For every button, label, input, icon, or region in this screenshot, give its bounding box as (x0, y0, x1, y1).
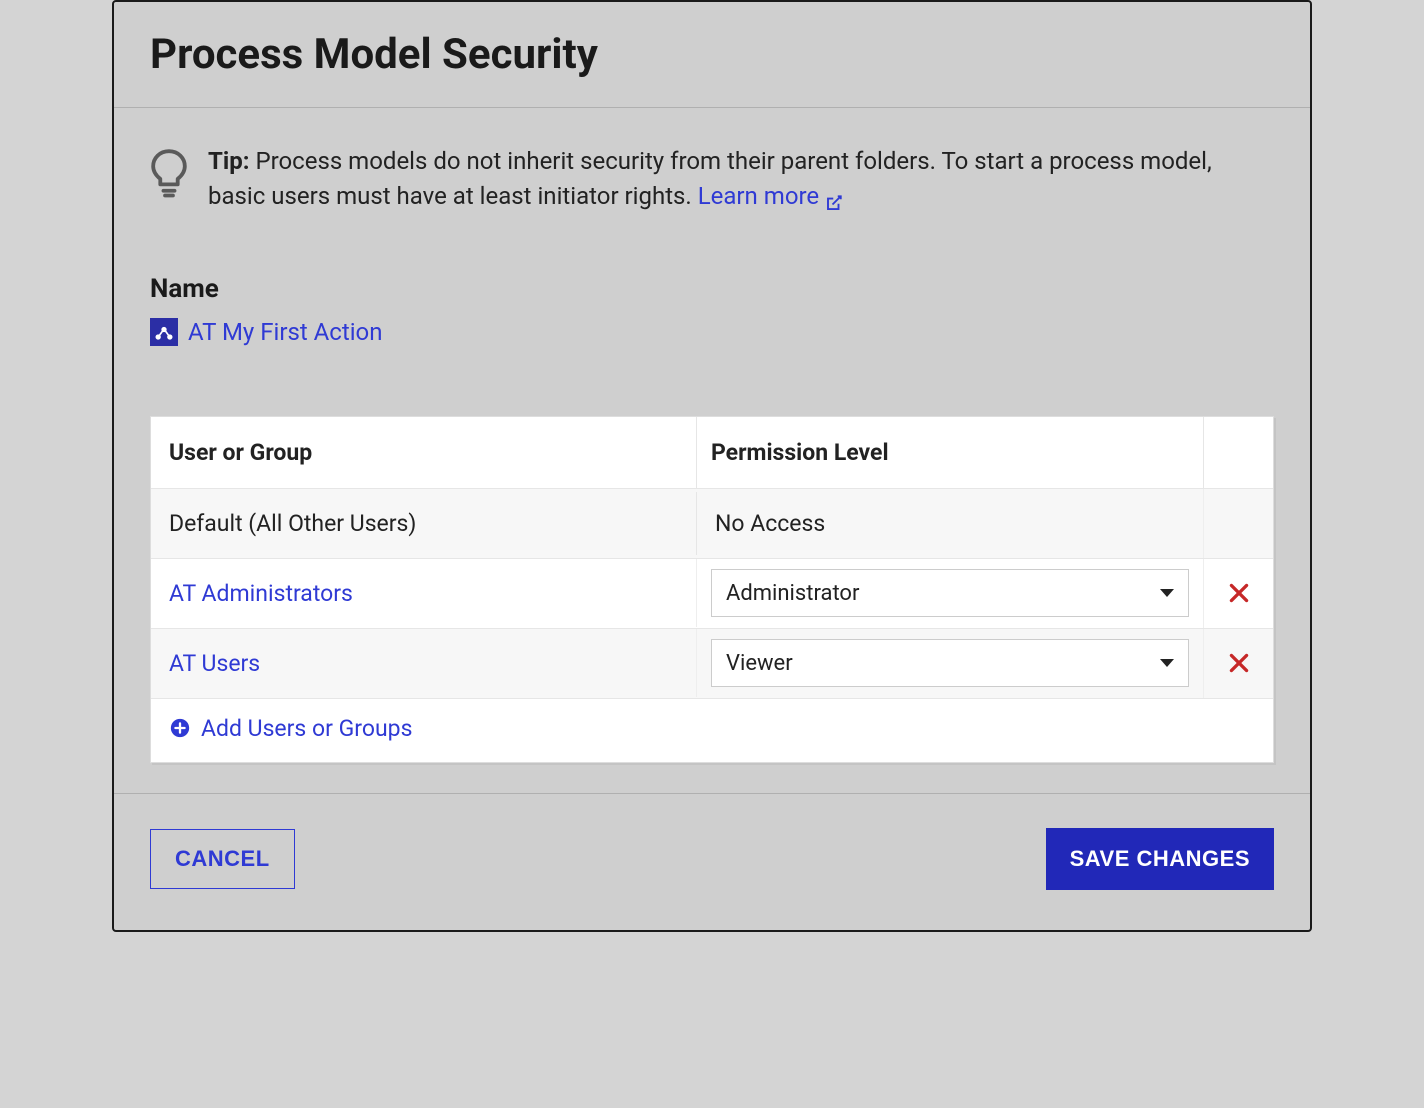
col-header-user: User or Group (151, 417, 696, 488)
remove-row-button[interactable] (1220, 574, 1258, 612)
dialog-header: Process Model Security (114, 2, 1310, 108)
permission-select[interactable]: Administrator (711, 569, 1189, 617)
save-changes-button[interactable]: SAVE CHANGES (1046, 828, 1274, 890)
caret-down-icon (1160, 589, 1174, 597)
add-users-groups-link[interactable]: Add Users or Groups (169, 715, 412, 742)
add-row: Add Users or Groups (151, 699, 1273, 762)
name-label: Name (150, 274, 1274, 304)
process-model-link[interactable]: AT My First Action (188, 318, 382, 346)
learn-more-text: Learn more (698, 179, 819, 214)
col-header-perm: Permission Level (696, 417, 1203, 488)
tip-text: Tip: Process models do not inherit secur… (208, 144, 1274, 214)
name-row: AT My First Action (150, 318, 1274, 346)
dialog-footer: CANCEL SAVE CHANGES (114, 793, 1310, 930)
table-header-row: User or Group Permission Level (151, 417, 1273, 489)
permissions-table: User or Group Permission Level Default (… (150, 416, 1274, 763)
dialog-body: Tip: Process models do not inherit secur… (114, 108, 1310, 793)
remove-row-button[interactable] (1220, 644, 1258, 682)
default-action-cell (1203, 489, 1273, 558)
security-dialog: Process Model Security Tip: Process mode… (112, 0, 1312, 932)
table-row-default: Default (All Other Users) No Access (151, 489, 1273, 559)
user-group-link[interactable]: AT Administrators (169, 580, 353, 607)
table-row: AT Users Viewer (151, 629, 1273, 699)
add-users-groups-label: Add Users or Groups (201, 715, 412, 742)
close-icon (1226, 580, 1252, 606)
table-row: AT Administrators Administrator (151, 559, 1273, 629)
cancel-button[interactable]: CANCEL (150, 829, 295, 889)
plus-circle-icon (169, 717, 191, 739)
close-icon (1226, 650, 1252, 676)
dialog-title: Process Model Security (150, 30, 1274, 79)
learn-more-link[interactable]: Learn more (698, 179, 843, 214)
col-header-action (1203, 417, 1273, 488)
tip-row: Tip: Process models do not inherit secur… (150, 144, 1274, 214)
tip-label: Tip: (208, 147, 249, 175)
permission-select[interactable]: Viewer (711, 639, 1189, 687)
default-user-cell: Default (All Other Users) (151, 492, 696, 555)
default-perm-cell: No Access (696, 492, 1203, 555)
external-link-icon (825, 187, 843, 205)
caret-down-icon (1160, 659, 1174, 667)
permission-value: Administrator (726, 581, 859, 606)
name-section: Name AT My First Action (150, 274, 1274, 346)
process-model-icon (150, 318, 178, 346)
lightbulb-icon (150, 148, 188, 200)
permission-value: Viewer (726, 651, 793, 676)
user-group-link[interactable]: AT Users (169, 650, 260, 677)
